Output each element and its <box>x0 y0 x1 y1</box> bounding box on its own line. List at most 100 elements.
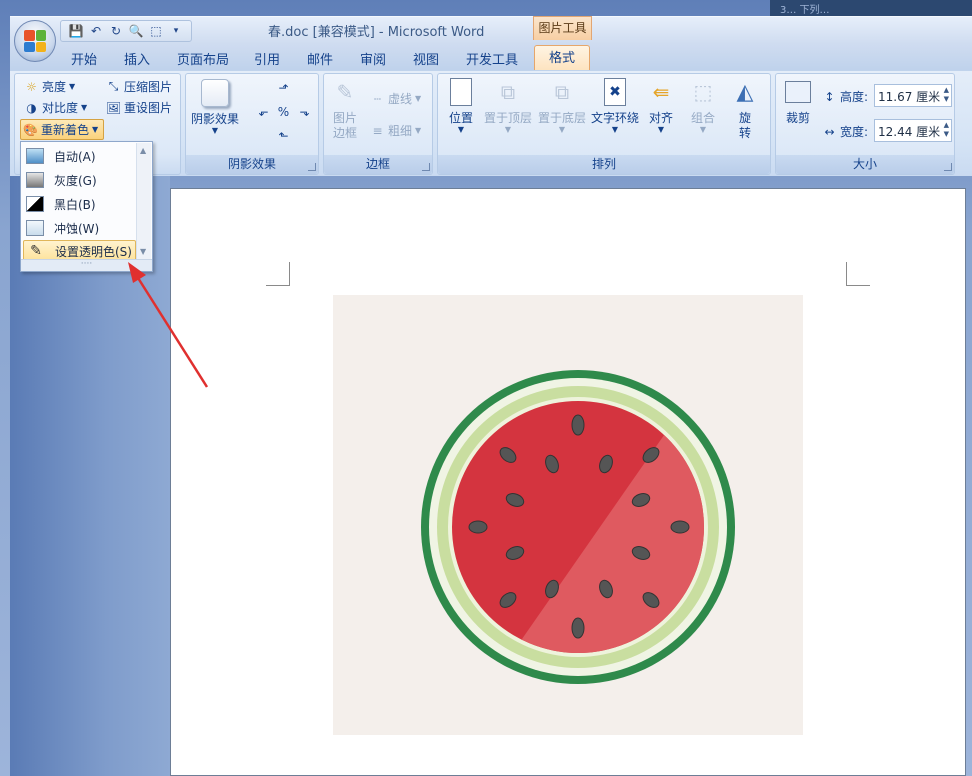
dialog-launcher-icon[interactable] <box>944 163 952 171</box>
text-wrapping-label: 文字环绕 <box>590 111 639 125</box>
reset-picture-button[interactable]: 🖼 重设图片 <box>106 99 172 116</box>
recolor-dropdown-menu: 自动(A) 灰度(G) 黑白(B) 冲蚀(W) ✎ 设置透明色(S) ▲ ▼ ·… <box>20 141 153 272</box>
tab-review[interactable]: 审阅 <box>360 49 386 68</box>
recolor-button-content[interactable]: 🎨 重新着色 ▼ <box>23 121 98 138</box>
watermelon-illustration <box>421 370 735 684</box>
width-label-wrap: ↔ 宽度: <box>822 123 868 140</box>
auto-thumbnail-icon <box>26 148 44 164</box>
tab-mailings[interactable]: 邮件 <box>307 49 333 68</box>
dashes-button[interactable]: ┄ 虚线 ▼ <box>370 90 421 107</box>
nudge-shadow-left-icon[interactable]: ⬐ <box>256 104 271 119</box>
set-transparent-color-label: 设置透明色(S) <box>55 244 132 259</box>
weight-button[interactable]: ≡ 粗细 ▼ <box>370 122 421 139</box>
width-spinner[interactable]: 12.44 厘米 ▲ ▼ <box>874 119 952 142</box>
group-button[interactable]: ⬚ 组合 ▼ <box>686 77 720 134</box>
recolor-auto-label: 自动(A) <box>54 149 96 164</box>
group-label: 组合 <box>690 111 715 125</box>
shadow-effects-icon <box>200 78 230 108</box>
spinner-arrows-icon[interactable]: ▲ ▼ <box>944 86 949 104</box>
margin-mark-left <box>266 262 290 286</box>
compress-pictures-button[interactable]: ⤡ 压缩图片 <box>106 78 172 95</box>
recolor-washout[interactable]: 冲蚀(W) <box>23 217 136 239</box>
washout-thumbnail-icon <box>26 220 44 236</box>
shadow-toggle-icon[interactable]: % <box>276 104 291 119</box>
dropdown-arrow-icon: ▼ <box>69 81 76 91</box>
picture-border-button[interactable]: ✎ 图片 边框 <box>328 77 362 141</box>
picture-tools-header: 图片工具 <box>533 16 592 40</box>
undo-icon[interactable]: ↶ <box>87 22 105 40</box>
bring-to-front-button[interactable]: ⧉ 置于顶层 ▼ <box>482 77 534 134</box>
crop-label: 裁剪 <box>785 111 810 125</box>
crop-button[interactable]: 裁剪 <box>780 77 816 126</box>
dropdown-arrow-icon: ▼ <box>558 125 566 134</box>
reset-picture-label: 重设图片 <box>124 101 173 115</box>
select-icon[interactable]: ⬚ <box>147 22 165 40</box>
print-preview-icon[interactable]: 🔍 <box>127 22 145 40</box>
contrast-icon: ◑ <box>26 100 37 115</box>
dialog-launcher-icon[interactable] <box>308 163 316 171</box>
menu-resize-grip[interactable]: ···· <box>21 259 152 271</box>
tab-home[interactable]: 开始 <box>71 49 97 68</box>
document-title: 春.doc [兼容模式] - Microsoft Word <box>268 25 485 40</box>
position-icon <box>446 77 476 107</box>
height-spinner[interactable]: 11.67 厘米 ▲ ▼ <box>874 84 952 107</box>
group-icon: ⬚ <box>693 79 713 104</box>
align-button[interactable]: ⇚ 对齐 ▼ <box>645 77 677 134</box>
redo-icon[interactable]: ↻ <box>107 22 125 40</box>
recolor-icon: 🎨 <box>23 122 38 137</box>
scroll-up-icon[interactable]: ▲ <box>140 146 146 155</box>
nudge-shadow-up-icon[interactable]: ⬏ <box>276 80 291 95</box>
text-wrapping-button[interactable]: ✖ 文字环绕 ▼ <box>589 77 641 134</box>
position-button[interactable]: 位置 ▼ <box>444 77 478 134</box>
pen-icon: ✎ <box>30 243 42 259</box>
margin-mark-right <box>846 262 870 286</box>
nudge-shadow-down-icon[interactable]: ⬑ <box>276 128 291 143</box>
recolor-washout-label: 冲蚀(W) <box>54 221 100 236</box>
dropdown-arrow-icon: ▼ <box>699 125 707 134</box>
weight-label: 粗细 <box>388 124 413 138</box>
recolor-auto[interactable]: 自动(A) <box>23 145 136 167</box>
rotate-button[interactable]: ◭ 旋 转 <box>728 77 762 141</box>
tab-references[interactable]: 引用 <box>254 49 280 68</box>
spinner-arrows-icon[interactable]: ▲ ▼ <box>944 121 949 139</box>
dropdown-arrow-icon: ▼ <box>81 102 88 112</box>
dropdown-arrow-icon: ▼ <box>415 93 422 103</box>
height-value: 11.67 厘米 <box>878 90 941 104</box>
crop-icon <box>783 77 813 107</box>
tab-insert[interactable]: 插入 <box>124 49 150 68</box>
dropdown-arrow-icon: ▼ <box>657 125 665 134</box>
tab-developer[interactable]: 开发工具 <box>466 49 518 68</box>
watermelon-picture[interactable] <box>333 295 803 735</box>
desktop-label: 3… 下列… <box>780 5 830 16</box>
dialog-launcher-icon[interactable] <box>422 163 430 171</box>
align-label: 对齐 <box>648 111 673 125</box>
recolor-grayscale[interactable]: 灰度(G) <box>23 169 136 191</box>
contrast-button[interactable]: ◑ 对比度 ▼ <box>24 99 87 116</box>
nudge-shadow-right-icon[interactable]: ⬎ <box>297 104 312 119</box>
size-group-label: 大小 <box>776 155 954 174</box>
brightness-label: 亮度 <box>42 80 67 94</box>
tab-page-layout[interactable]: 页面布局 <box>177 49 229 68</box>
office-button[interactable] <box>14 20 56 62</box>
border-group-label: 边框 <box>324 155 432 174</box>
recolor-label: 重新着色 <box>41 123 90 137</box>
brightness-button[interactable]: ☼ 亮度 ▼ <box>24 78 75 95</box>
recolor-black-white-label: 黑白(B) <box>54 197 96 212</box>
bring-to-front-label: 置于顶层 <box>483 111 532 125</box>
pencil-icon: ✎ <box>336 79 354 104</box>
rotate-icon: ◭ <box>736 79 754 105</box>
customize-qat-icon[interactable]: ▾ <box>167 22 185 40</box>
tab-view[interactable]: 视图 <box>413 49 439 68</box>
menu-scrollbar[interactable]: ▲ ▼ <box>136 143 151 259</box>
scroll-down-icon[interactable]: ▼ <box>140 247 146 256</box>
compress-label: 压缩图片 <box>124 80 173 94</box>
send-to-back-button[interactable]: ⧉ 置于底层 ▼ <box>536 77 588 134</box>
save-icon[interactable]: 💾 <box>67 22 85 40</box>
send-to-back-label: 置于底层 <box>537 111 586 125</box>
ribbon-tab-bar: 开始 插入 页面布局 引用 邮件 审阅 视图 开发工具 <box>10 44 972 70</box>
recolor-black-white[interactable]: 黑白(B) <box>23 193 136 215</box>
office-logo-icon <box>24 30 46 52</box>
shadow-effects-button[interactable]: 阴影效果 ▼ <box>190 78 240 135</box>
dropdown-arrow-icon: ▼ <box>211 126 219 135</box>
tab-format[interactable]: 格式 <box>534 45 590 72</box>
